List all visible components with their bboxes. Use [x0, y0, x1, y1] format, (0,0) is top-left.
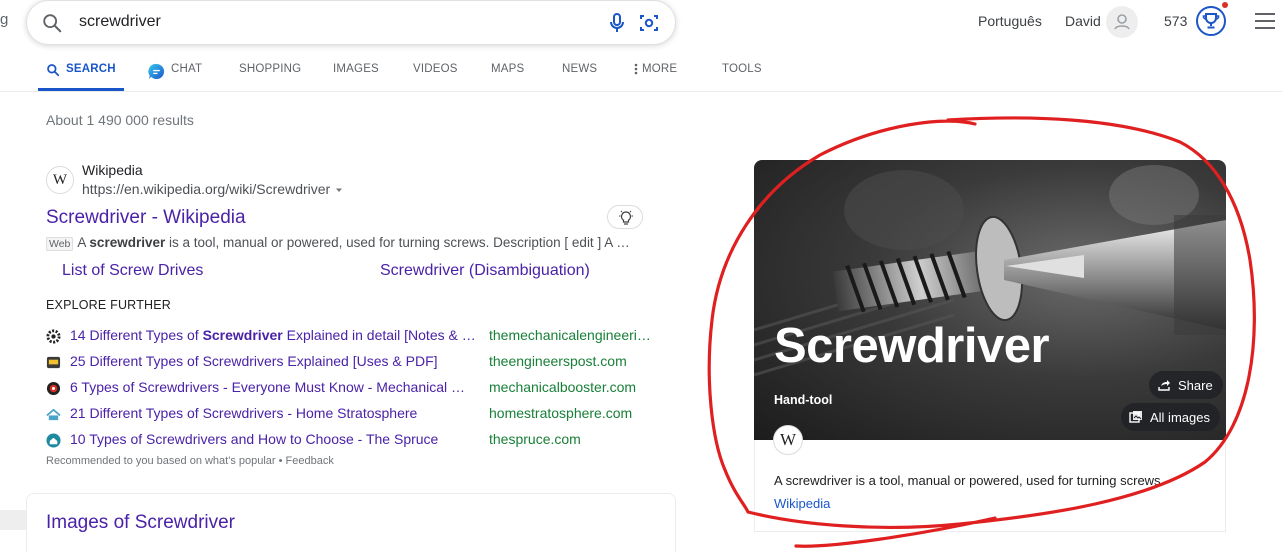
snippet-text: A — [77, 235, 90, 250]
search-icon[interactable] — [41, 12, 63, 39]
knowledge-panel-subtitle: Hand-tool — [774, 393, 833, 407]
snippet-text: is a tool, manual or powered, used for t… — [165, 235, 630, 250]
wikipedia-favicon: W — [46, 166, 74, 194]
tab-label: SHOPPING — [239, 63, 302, 75]
tab-shopping[interactable]: SHOPPING — [239, 58, 301, 91]
tab-label: SEARCH — [66, 63, 116, 75]
explore-domain[interactable]: theengineerspost.com — [489, 353, 627, 369]
tab-more[interactable]: MORE — [634, 58, 677, 91]
explore-further-heading: EXPLORE FURTHER — [46, 298, 172, 312]
sublink-screwdriver-disambiguation[interactable]: Screwdriver (Disambiguation) — [380, 262, 590, 280]
explore-link[interactable]: 10 Types of Screwdrivers and How to Choo… — [70, 431, 438, 447]
tab-maps[interactable]: MAPS — [491, 58, 524, 91]
recommended-note: Recommended to you based on what's popul… — [46, 455, 334, 467]
list-item[interactable]: 21 Different Types of Screwdrivers - Hom… — [46, 404, 666, 424]
link-bold: Screwdriver — [202, 327, 283, 343]
search-icon — [46, 63, 60, 80]
result-title-link[interactable]: Screwdriver - Wikipedia — [46, 207, 246, 229]
edge-letter: g — [0, 11, 9, 28]
explore-link[interactable]: 21 Different Types of Screwdrivers - Hom… — [70, 405, 417, 421]
tab-images[interactable]: IMAGES — [333, 58, 379, 91]
web-badge: Web — [46, 237, 74, 251]
search-tabs: SEARCH CHAT SHOPPING IMAGES VIDEOS MAPS … — [0, 58, 1282, 92]
trophy-icon — [1202, 13, 1220, 29]
microphone-icon[interactable] — [605, 11, 629, 40]
lightbulb-icon — [619, 210, 633, 225]
tab-label: TOOLS — [722, 63, 762, 75]
search-input[interactable]: screwdriver — [79, 13, 161, 31]
site-logo-icon — [46, 381, 61, 396]
tab-videos[interactable]: VIDEOS — [413, 58, 458, 91]
points-count: 573 — [1164, 13, 1188, 29]
results-count: About 1 490 000 results — [46, 112, 194, 128]
camera-search-icon[interactable] — [637, 11, 661, 40]
images-icon — [1129, 410, 1143, 424]
explore-domain[interactable]: thespruce.com — [489, 431, 581, 447]
all-images-label: All images — [1150, 409, 1210, 425]
search-box[interactable]: screwdriver — [26, 0, 676, 45]
knowledge-panel-source-link[interactable]: Wikipedia — [774, 496, 830, 511]
user-name[interactable]: David — [1065, 13, 1101, 29]
rewards-button[interactable] — [1196, 6, 1226, 36]
link-text: 10 Types of Screwdrivers and How to Choo… — [70, 431, 439, 447]
result-site-name[interactable]: Wikipedia — [82, 162, 143, 178]
link-text: 14 Different Types of — [70, 327, 203, 343]
link-text: Explained in detail [Notes & … — [282, 327, 476, 343]
tab-chat[interactable]: CHAT — [148, 58, 202, 91]
images-section-title[interactable]: Images of Screwdriver — [46, 512, 235, 534]
language-link[interactable]: Português — [978, 13, 1042, 29]
result-url[interactable]: https://en.wikipedia.org/wiki/Screwdrive… — [82, 181, 344, 197]
site-logo-icon — [46, 407, 61, 422]
home-icon — [46, 433, 61, 448]
tab-label: MAPS — [491, 63, 525, 75]
menu-icon[interactable] — [1254, 11, 1276, 36]
snippet-bold: screwdriver — [89, 235, 166, 250]
insights-button[interactable] — [607, 205, 643, 229]
caret-down-icon[interactable] — [334, 181, 344, 197]
explore-link[interactable]: 14 Different Types of Screwdriver Explai… — [70, 327, 476, 343]
list-item[interactable]: 25 Different Types of Screwdrivers Expla… — [46, 352, 666, 372]
avatar[interactable] — [1106, 6, 1138, 38]
share-button[interactable]: Share — [1149, 371, 1223, 399]
left-edge-panel — [0, 510, 26, 530]
share-icon — [1157, 378, 1171, 392]
site-logo-icon — [46, 355, 61, 370]
tab-tools[interactable]: TOOLS — [722, 58, 762, 91]
knowledge-panel-title: Screwdriver — [774, 319, 1050, 373]
all-images-button[interactable]: All images — [1121, 403, 1220, 431]
tab-search[interactable]: SEARCH — [38, 58, 124, 91]
tab-label: MORE — [642, 63, 678, 75]
result-snippet: Web A screwdriver is a tool, manual or po… — [46, 235, 630, 251]
knowledge-panel-description: A screwdriver is a tool, manual or power… — [774, 473, 1165, 488]
more-vertical-icon — [634, 63, 638, 78]
explore-link[interactable]: 6 Types of Screwdrivers - Everyone Must … — [70, 379, 465, 395]
link-text: 6 Types of Screwdrivers - Everyone Must … — [70, 379, 466, 395]
wikipedia-favicon[interactable]: W — [773, 425, 803, 455]
explore-domain[interactable]: mechanicalbooster.com — [489, 379, 636, 395]
notification-dot — [1222, 2, 1228, 8]
tab-news[interactable]: NEWS — [562, 58, 597, 91]
share-label: Share — [1178, 377, 1213, 393]
link-text: 25 Different Types of Screwdrivers Expla… — [70, 353, 438, 369]
result-url-text: https://en.wikipedia.org/wiki/Screwdrive… — [82, 181, 331, 197]
tab-label: VIDEOS — [413, 63, 458, 75]
sublink-list-of-screw-drives[interactable]: List of Screw Drives — [62, 262, 203, 280]
tab-label: NEWS — [562, 63, 598, 75]
explore-domain[interactable]: homestratosphere.com — [489, 405, 632, 421]
user-icon — [1114, 14, 1130, 30]
explore-link[interactable]: 25 Different Types of Screwdrivers Expla… — [70, 353, 438, 369]
gear-icon — [46, 329, 61, 344]
chat-icon — [148, 63, 165, 83]
list-item[interactable]: 6 Types of Screwdrivers - Everyone Must … — [46, 378, 666, 398]
link-text: 21 Different Types of Screwdrivers - Hom… — [70, 405, 418, 421]
explore-domain[interactable]: themechanicalengineeri… — [489, 327, 651, 343]
tab-label: IMAGES — [333, 63, 379, 75]
list-item[interactable]: 14 Different Types of Screwdriver Explai… — [46, 326, 666, 346]
list-item[interactable]: 10 Types of Screwdrivers and How to Choo… — [46, 430, 666, 450]
tab-label: CHAT — [171, 63, 203, 75]
